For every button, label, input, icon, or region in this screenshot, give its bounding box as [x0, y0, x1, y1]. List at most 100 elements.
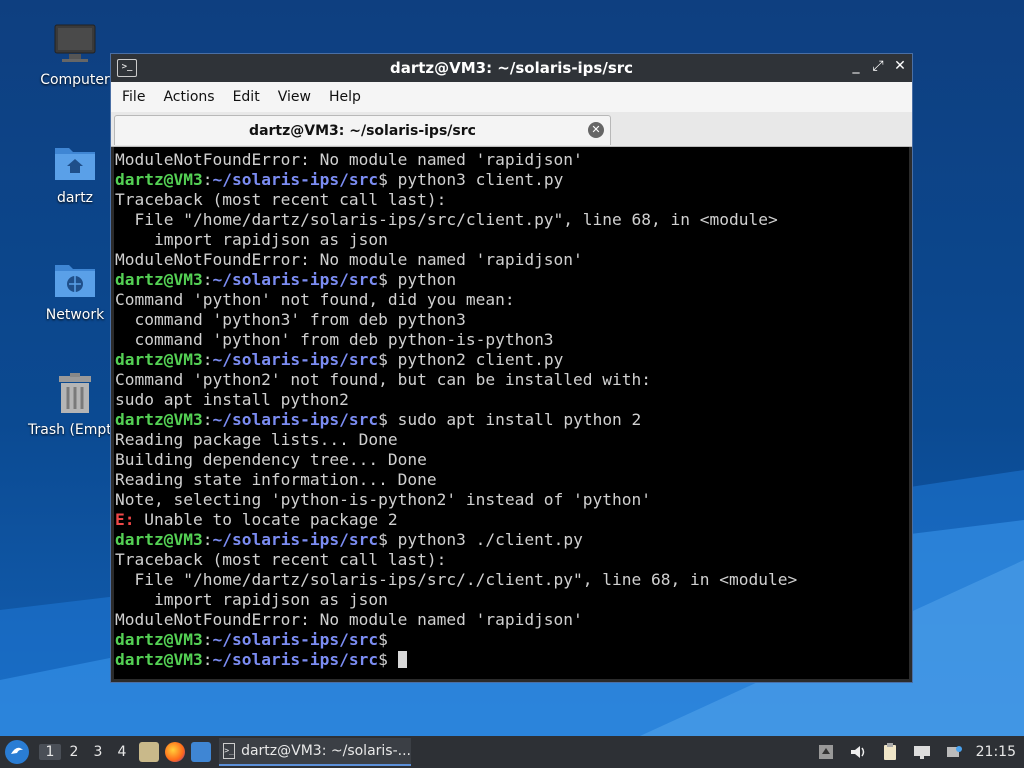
prompt-separator: : — [202, 270, 213, 289]
terminal-output-line: Traceback (most recent call last): — [115, 190, 447, 209]
terminal-output-line: sudo apt install python2 — [115, 390, 349, 409]
prompt-separator: : — [202, 170, 213, 189]
terminal-task-icon: >_ — [223, 743, 236, 759]
terminal-output-line: E: Unable to locate package 2 — [115, 510, 909, 530]
terminal-window: >_ dartz@VM3: ~/solaris-ips/src _ ⤢ ✕ Fi… — [110, 53, 913, 683]
terminal-prompt-line: dartz@VM3:~/solaris-ips/src$ python — [115, 270, 909, 290]
terminal-cursor — [397, 651, 407, 668]
window-titlebar[interactable]: >_ dartz@VM3: ~/solaris-ips/src _ ⤢ ✕ — [111, 54, 912, 82]
close-icon[interactable]: ✕ — [894, 58, 906, 74]
system-tray: 21:15 — [816, 736, 1024, 768]
prompt-symbol: $ — [378, 650, 398, 669]
maximize-icon[interactable]: ⤢ — [872, 58, 884, 74]
prompt-path: ~/solaris-ips/src — [212, 410, 379, 429]
prompt-separator: : — [202, 650, 213, 669]
prompt-user: dartz@VM3 — [115, 170, 203, 189]
prompt-user: dartz@VM3 — [115, 350, 203, 369]
prompt-path: ~/solaris-ips/src — [212, 170, 379, 189]
prompt-user: dartz@VM3 — [115, 650, 203, 669]
prompt-symbol: $ — [378, 170, 398, 189]
prompt-symbol: $ — [378, 630, 398, 649]
terminal-output-line: Command 'python2' not found, but can be … — [115, 370, 652, 389]
minimize-icon[interactable]: _ — [850, 58, 862, 74]
network-icon[interactable] — [912, 742, 932, 762]
clock[interactable]: 21:15 — [976, 744, 1016, 760]
prompt-symbol: $ — [378, 270, 398, 289]
prompt-user: dartz@VM3 — [115, 410, 203, 429]
terminal-output-line: Reading state information... Done — [115, 470, 437, 489]
terminal-output-line: command 'python3' from deb python3 — [115, 310, 466, 329]
window-controls: _ ⤢ ✕ — [850, 58, 906, 74]
firefox-icon[interactable] — [165, 742, 185, 762]
menu-view[interactable]: View — [273, 89, 324, 105]
app-menu-icon[interactable] — [5, 740, 29, 764]
show-desktop-icon[interactable] — [191, 742, 211, 762]
terminal-output-line: File "/home/dartz/solaris-ips/src/client… — [115, 210, 778, 229]
prompt-separator: : — [202, 630, 213, 649]
prompt-path: ~/solaris-ips/src — [212, 270, 379, 289]
workspace-1[interactable]: 1 — [39, 744, 61, 760]
trash-icon — [53, 372, 97, 416]
prompt-path: ~/solaris-ips/src — [212, 530, 379, 549]
prompt-separator: : — [202, 530, 213, 549]
window-title: dartz@VM3: ~/solaris-ips/src — [389, 59, 634, 77]
terminal-prompt-line: dartz@VM3:~/solaris-ips/src$ python3 cli… — [115, 170, 909, 190]
terminal-output-line: Command 'python' not found, did you mean… — [115, 290, 515, 309]
prompt-path: ~/solaris-ips/src — [212, 650, 379, 669]
terminal-output-line: Note, selecting 'python-is-python2' inst… — [115, 490, 652, 509]
prompt-path: ~/solaris-ips/src — [212, 350, 379, 369]
tab-terminal[interactable]: dartz@VM3: ~/solaris-ips/src ✕ — [114, 115, 611, 145]
prompt-symbol: $ — [378, 530, 398, 549]
tab-close-icon[interactable]: ✕ — [588, 122, 604, 138]
notification-icon[interactable] — [944, 742, 964, 762]
file-manager-icon[interactable] — [139, 742, 159, 762]
menu-file[interactable]: File — [117, 89, 158, 105]
terminal-prompt-line: dartz@VM3:~/solaris-ips/src$ sudo apt in… — [115, 410, 909, 430]
terminal-prompt-line: dartz@VM3:~/solaris-ips/src$ python2 cli… — [115, 350, 909, 370]
prompt-user: dartz@VM3 — [115, 270, 203, 289]
terminal-output-line: Building dependency tree... Done — [115, 450, 427, 469]
error-prefix: E: — [115, 510, 135, 529]
menu-help[interactable]: Help — [324, 89, 374, 105]
clipboard-icon[interactable] — [880, 742, 900, 762]
prompt-user: dartz@VM3 — [115, 630, 203, 649]
terminal-output-line: command 'python' from deb python-is-pyth… — [115, 330, 554, 349]
menu-edit[interactable]: Edit — [228, 89, 273, 105]
prompt-symbol: $ — [378, 350, 398, 369]
command-text: sudo apt install python 2 — [397, 410, 642, 429]
workspace-4[interactable]: 4 — [111, 744, 133, 760]
prompt-user: dartz@VM3 — [115, 530, 203, 549]
workspace-2[interactable]: 2 — [63, 744, 85, 760]
terminal-output-line: ModuleNotFoundError: No module named 'ra… — [115, 610, 583, 629]
computer-icon — [53, 22, 97, 66]
terminal-output-line: Traceback (most recent call last): — [115, 550, 447, 569]
terminal-output-line: ModuleNotFoundError: No module named 'ra… — [115, 150, 583, 169]
updates-icon[interactable] — [816, 742, 836, 762]
terminal-output-line: ModuleNotFoundError: No module named 'ra… — [115, 250, 583, 269]
prompt-symbol: $ — [378, 410, 398, 429]
command-text: python — [397, 270, 457, 289]
terminal-app-icon: >_ — [117, 59, 137, 77]
volume-icon[interactable] — [848, 742, 868, 762]
terminal-output-line: import rapidjson as json — [115, 230, 388, 249]
tab-bar: dartz@VM3: ~/solaris-ips/src ✕ — [111, 112, 912, 147]
command-text: python2 client.py — [397, 350, 564, 369]
network-folder-icon — [53, 257, 97, 301]
command-text: python3 ./client.py — [397, 530, 583, 549]
taskbar-task-terminal[interactable]: >_ dartz@VM3: ~/solaris-... — [219, 738, 411, 766]
terminal-prompt-line: dartz@VM3:~/solaris-ips/src$ — [115, 650, 909, 670]
task-label: dartz@VM3: ~/solaris-... — [241, 743, 411, 759]
workspace-3[interactable]: 3 — [87, 744, 109, 760]
home-folder-icon — [53, 140, 97, 184]
error-text: Unable to locate package 2 — [134, 510, 398, 529]
terminal-prompt-line: dartz@VM3:~/solaris-ips/src$ — [115, 630, 909, 650]
menu-actions[interactable]: Actions — [158, 89, 227, 105]
tab-title: dartz@VM3: ~/solaris-ips/src — [249, 122, 476, 139]
prompt-path: ~/solaris-ips/src — [212, 630, 379, 649]
prompt-separator: : — [202, 350, 213, 369]
terminal-output[interactable]: ModuleNotFoundError: No module named 'ra… — [114, 147, 909, 679]
terminal-output-line: File "/home/dartz/solaris-ips/src/./clie… — [115, 570, 798, 589]
menu-bar: File Actions Edit View Help — [111, 82, 912, 112]
taskbar: 1 2 3 4 >_ dartz@VM3: ~/solaris-... 21:1… — [0, 736, 1024, 768]
terminal-output-line: Reading package lists... Done — [115, 430, 398, 449]
